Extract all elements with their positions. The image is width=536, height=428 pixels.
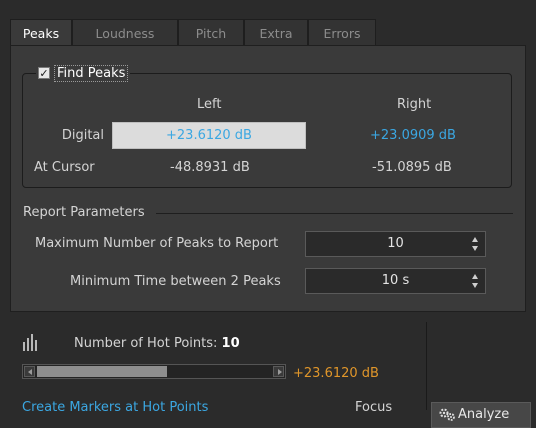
spin-arrows-icon[interactable] [472, 236, 479, 252]
analyze-gears-icon [439, 408, 455, 421]
at-cursor-label: At Cursor [34, 160, 95, 175]
min-time-value: 10 s [381, 273, 410, 288]
spin-arrows-icon[interactable] [472, 273, 479, 289]
hot-point-value: +23.6120 dB [293, 366, 379, 381]
digital-label: Digital [61, 128, 104, 143]
scroll-thumb[interactable] [37, 366, 167, 377]
tab-loudness[interactable]: Loudness [72, 19, 178, 46]
create-markers-link[interactable]: Create Markers at Hot Points [22, 400, 208, 415]
tab-pitch[interactable]: Pitch [178, 19, 244, 46]
hot-points-scrollbar[interactable] [22, 364, 286, 379]
max-peaks-label: Maximum Number of Peaks to Report [35, 236, 279, 251]
hot-points-label: Number of Hot Points: 10 [74, 336, 240, 351]
at-cursor-right-value: -51.0895 dB [372, 160, 452, 175]
report-parameters-title: Report Parameters [23, 205, 145, 220]
min-time-label: Minimum Time between 2 Peaks [70, 274, 281, 289]
digital-right-value[interactable]: +23.0909 dB [370, 128, 456, 143]
tab-extra[interactable]: Extra [244, 19, 308, 46]
find-peaks-checkbox[interactable]: ✓ [38, 67, 50, 80]
section-divider [156, 213, 513, 214]
hot-points-count: 10 [221, 336, 240, 351]
scroll-left-icon[interactable] [24, 366, 35, 377]
focus-label[interactable]: Focus [355, 400, 392, 415]
hot-points-icon [23, 334, 37, 351]
column-right-header: Right [397, 97, 432, 112]
tab-errors[interactable]: Errors [308, 19, 376, 46]
tab-peaks[interactable]: Peaks [10, 19, 72, 47]
vertical-divider [426, 322, 427, 410]
min-time-spinbox[interactable]: 10 s [305, 268, 486, 294]
analyze-button[interactable]: Analyze [431, 402, 531, 428]
analyze-label: Analyze [458, 407, 510, 422]
scroll-right-icon[interactable] [273, 366, 284, 377]
find-peaks-header[interactable]: ✓ Find Peaks [36, 64, 131, 82]
find-peaks-label: Find Peaks [54, 64, 129, 82]
hot-points-text: Number of Hot Points: [74, 336, 218, 351]
checkmark-icon: ✓ [39, 67, 49, 80]
digital-left-value[interactable]: +23.6120 dB [112, 122, 306, 149]
max-peaks-spinbox[interactable]: 10 [305, 231, 486, 257]
column-left-header: Left [197, 97, 222, 112]
max-peaks-value: 10 [387, 236, 404, 251]
at-cursor-left-value: -48.8931 dB [170, 160, 250, 175]
